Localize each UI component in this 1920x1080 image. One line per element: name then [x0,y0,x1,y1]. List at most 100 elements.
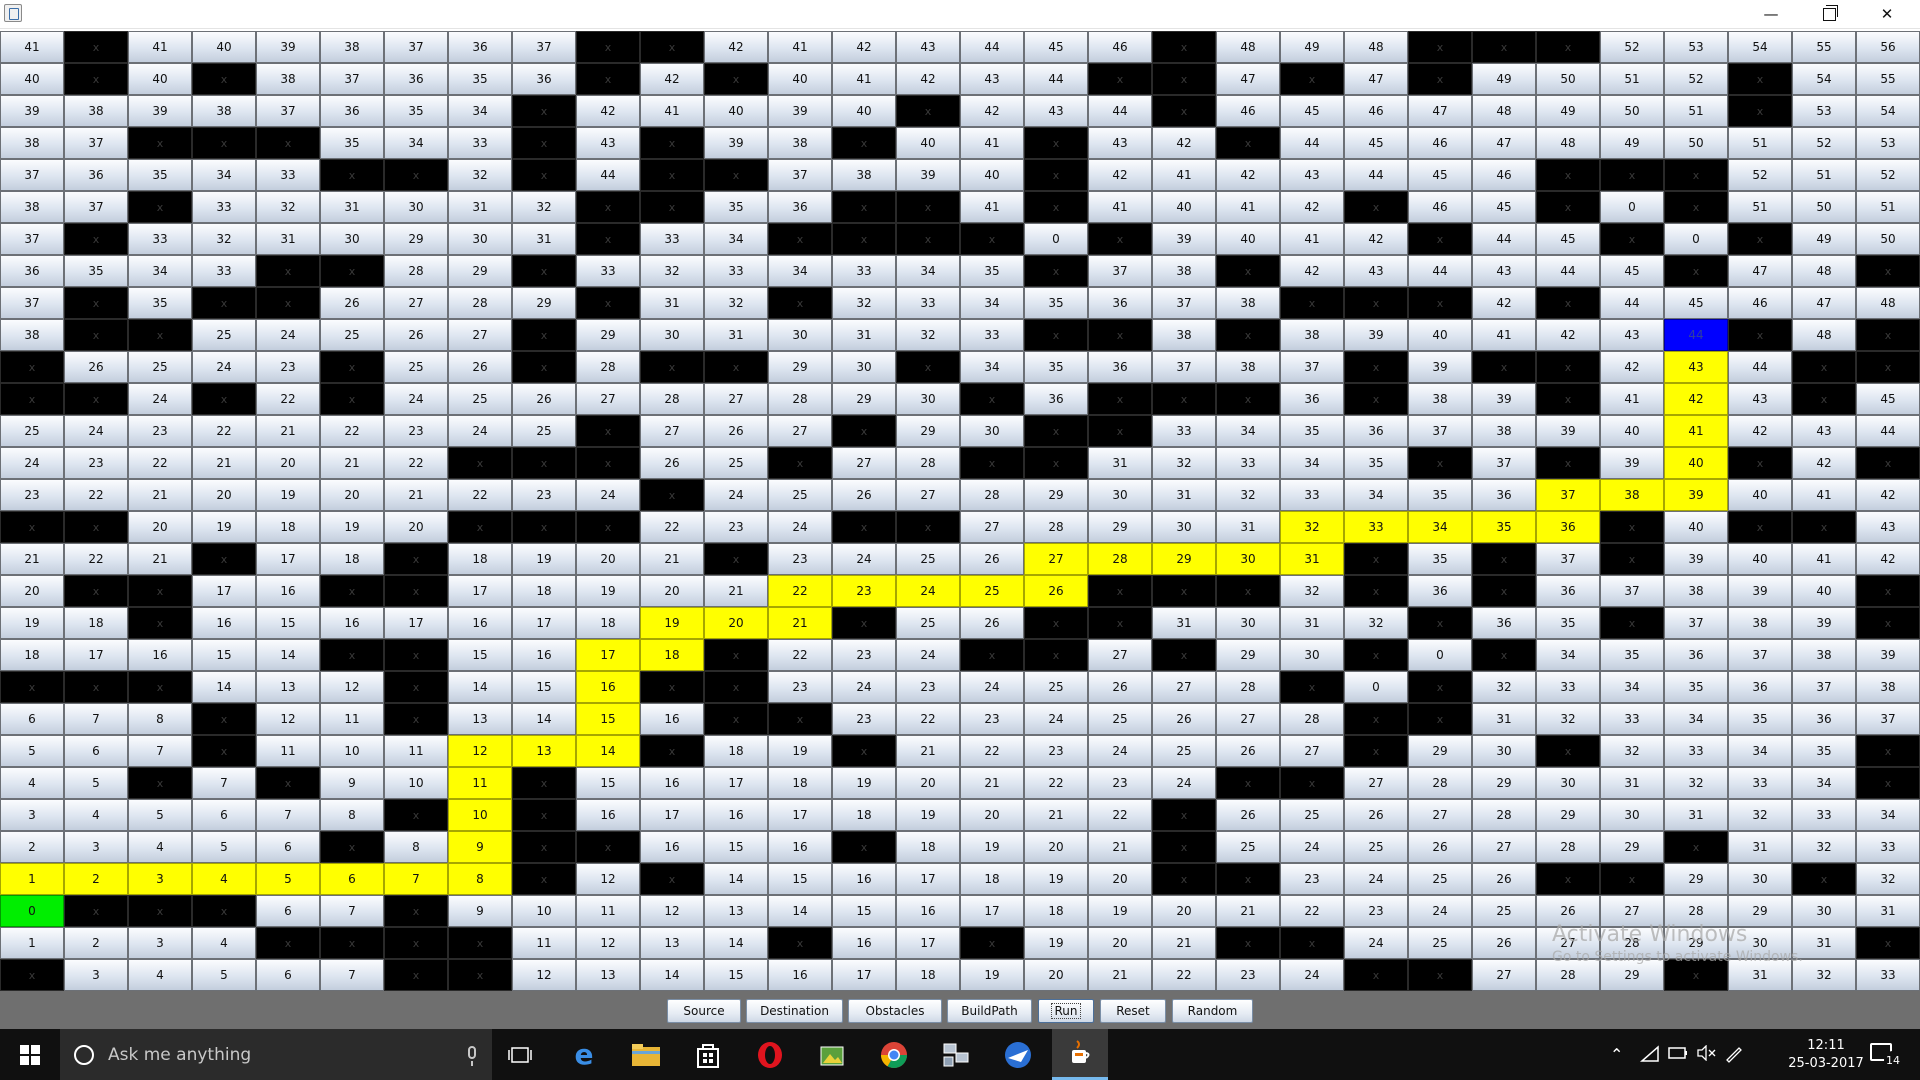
grid-cell[interactable]: 18 [448,543,512,575]
grid-cell[interactable]: 34 [1792,767,1856,799]
obstacle-cell[interactable]: x [1856,927,1920,959]
obstacle-cell[interactable]: x [256,255,320,287]
grid-cell[interactable]: 21 [1152,927,1216,959]
obstacle-cell[interactable]: x [960,223,1024,255]
grid-cell[interactable]: 21 [0,543,64,575]
grid-cell[interactable]: 36 [1280,383,1344,415]
grid-cell[interactable]: 24 [832,543,896,575]
grid-cell[interactable]: 23 [704,511,768,543]
obstacle-cell[interactable]: x [512,447,576,479]
obstacle-cell[interactable]: x [1728,95,1792,127]
grid-cell[interactable]: 3 [0,799,64,831]
grid-cell[interactable]: 35 [1024,351,1088,383]
obstacle-cell[interactable]: x [192,127,256,159]
obstacle-cell[interactable]: x [576,191,640,223]
grid-cell[interactable]: 47 [1216,63,1280,95]
grid-cell[interactable]: 30 [1152,511,1216,543]
grid-cell[interactable]: 28 [1024,511,1088,543]
grid-cell[interactable]: 25 [1152,735,1216,767]
grid-cell[interactable]: 13 [448,703,512,735]
grid-cell[interactable]: 31 [448,191,512,223]
pen-icon[interactable] [1724,1045,1744,1067]
path-cell[interactable]: 7 [384,863,448,895]
grid-cell[interactable]: 29 [384,223,448,255]
obstacle-cell[interactable]: x [1856,351,1920,383]
obstacle-cell[interactable]: x [192,895,256,927]
grid-cell[interactable]: 30 [1792,895,1856,927]
task-view-button[interactable] [492,1029,548,1080]
obstacle-cell[interactable]: x [64,895,128,927]
grid-cell[interactable]: 33 [1216,447,1280,479]
obstacle-cell[interactable]: x [1088,63,1152,95]
grid-cell[interactable]: 6 [256,831,320,863]
grid-cell[interactable]: 22 [896,703,960,735]
grid-cell[interactable]: 30 [1728,927,1792,959]
start-button[interactable] [0,1029,60,1080]
grid-cell[interactable]: 27 [768,415,832,447]
grid-cell[interactable]: 20 [256,447,320,479]
grid-cell[interactable]: 39 [768,95,832,127]
grid-cell[interactable]: 47 [1728,255,1792,287]
grid-cell[interactable]: 23 [832,703,896,735]
obstacle-cell[interactable]: x [1600,223,1664,255]
obstacle-cell[interactable]: x [1216,767,1280,799]
grid-cell[interactable]: 37 [1536,543,1600,575]
grid-cell[interactable]: 36 [0,255,64,287]
obstacle-cell[interactable]: x [384,703,448,735]
obstacle-cell[interactable]: x [128,767,192,799]
grid-cell[interactable]: 25 [384,351,448,383]
obstacle-cell[interactable]: x [1280,927,1344,959]
grid-cell[interactable]: 32 [1216,479,1280,511]
obstacle-cell[interactable]: x [704,159,768,191]
obstacle-cell[interactable]: x [1792,863,1856,895]
grid-cell[interactable]: 38 [768,127,832,159]
obstacle-cell[interactable]: x [64,575,128,607]
grid-cell[interactable]: 23 [896,671,960,703]
path-cell[interactable]: 24 [896,575,960,607]
grid-cell[interactable]: 42 [1472,287,1536,319]
grid-cell[interactable]: 34 [1728,735,1792,767]
grid-cell[interactable]: 25 [448,383,512,415]
grid-cell[interactable]: 38 [832,159,896,191]
grid-cell[interactable]: 26 [1408,831,1472,863]
grid-cell[interactable]: 17 [768,799,832,831]
grid-cell[interactable]: 28 [640,383,704,415]
grid-cell[interactable]: 37 [1792,671,1856,703]
grid-cell[interactable]: 19 [1088,895,1152,927]
grid-cell[interactable]: 21 [1088,959,1152,991]
obstacle-cell[interactable]: x [0,351,64,383]
grid-cell[interactable]: 22 [1024,767,1088,799]
grid-cell[interactable]: 38 [1408,383,1472,415]
grid-cell[interactable]: 5 [192,831,256,863]
grid-cell[interactable]: 19 [960,959,1024,991]
grid-cell[interactable]: 31 [704,319,768,351]
grid-cell[interactable]: 24 [896,639,960,671]
grid-cell[interactable]: 42 [1856,479,1920,511]
obstacle-cell[interactable]: x [384,575,448,607]
grid-cell[interactable]: 40 [960,159,1024,191]
grid-cell[interactable]: 0 [1344,671,1408,703]
destination-cell[interactable]: 44 [1664,319,1728,351]
grid-cell[interactable]: 35 [1600,639,1664,671]
grid-cell[interactable]: 16 [128,639,192,671]
grid-cell[interactable]: 26 [1344,799,1408,831]
obstacle-cell[interactable]: x [1280,287,1344,319]
grid-cell[interactable]: 31 [1728,831,1792,863]
obstacle-cell[interactable]: x [1536,31,1600,63]
grid-cell[interactable]: 21 [960,767,1024,799]
obstacle-cell[interactable]: x [512,799,576,831]
grid-cell[interactable]: 17 [896,863,960,895]
grid-cell[interactable]: 6 [256,895,320,927]
grid-cell[interactable]: 43 [960,63,1024,95]
obstacle-cell[interactable]: x [1600,511,1664,543]
grid-cell[interactable]: 45 [1856,383,1920,415]
grid-cell[interactable]: 24 [128,383,192,415]
obstacle-cell[interactable]: x [384,799,448,831]
grid-cell[interactable]: 19 [192,511,256,543]
obstacle-cell[interactable]: x [512,255,576,287]
grid-cell[interactable]: 37 [1088,255,1152,287]
grid-cell[interactable]: 34 [960,287,1024,319]
search-box[interactable]: Ask me anything [60,1029,492,1080]
grid-cell[interactable]: 25 [768,479,832,511]
path-cell[interactable]: 11 [448,767,512,799]
